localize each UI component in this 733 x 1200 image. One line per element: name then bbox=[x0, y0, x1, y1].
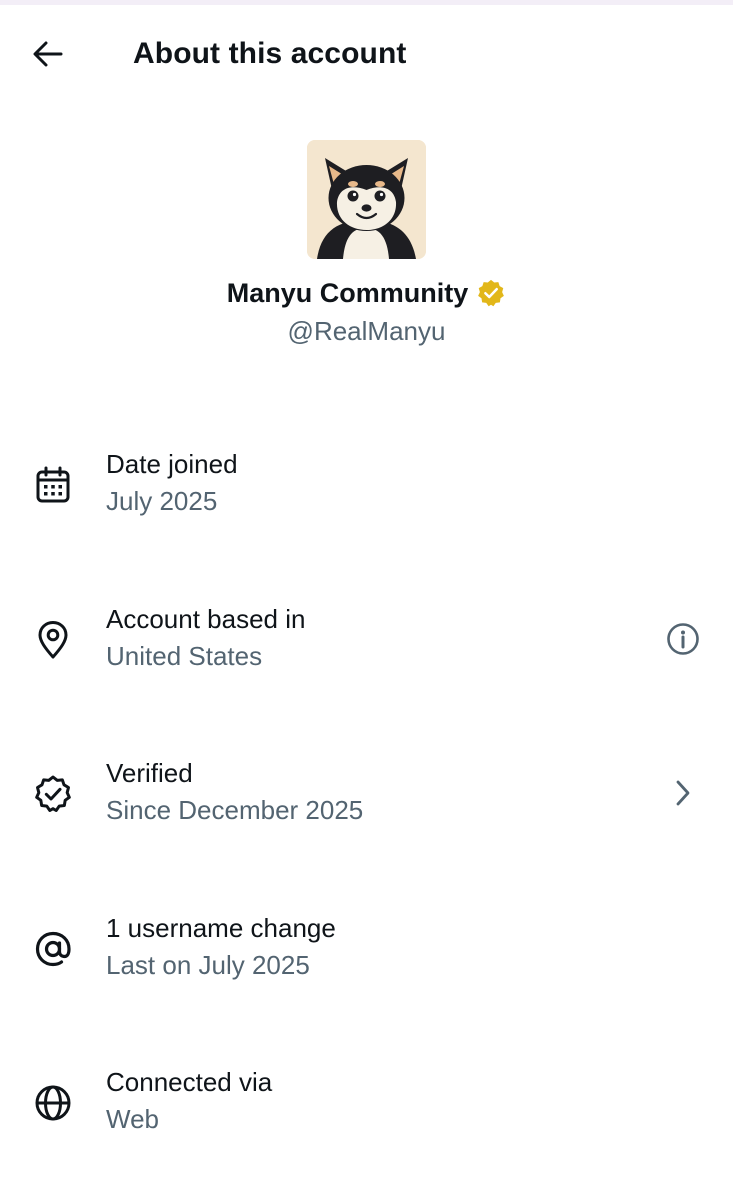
location-pin-icon bbox=[32, 619, 74, 661]
back-button[interactable] bbox=[26, 34, 70, 74]
avatar[interactable] bbox=[307, 140, 426, 259]
row-value: Last on July 2025 bbox=[106, 950, 310, 980]
display-name: Manyu Community bbox=[226, 278, 469, 308]
at-sign-icon bbox=[32, 928, 74, 970]
connected-via-row: Connected via Web bbox=[0, 1048, 733, 1158]
account-handle: @RealManyu bbox=[287, 316, 446, 346]
verified-row[interactable]: Verified Since December 2025 bbox=[0, 739, 733, 849]
shiba-inu-avatar-icon bbox=[307, 140, 426, 259]
info-icon bbox=[667, 623, 699, 655]
verified-badge-icon bbox=[476, 278, 506, 308]
row-label: Date joined bbox=[106, 449, 238, 479]
row-value: United States bbox=[106, 641, 263, 671]
about-account-page: About this account Manyu Community @Real… bbox=[0, 0, 733, 1200]
username-change-row: 1 username change Last on July 2025 bbox=[0, 894, 733, 1004]
top-divider bbox=[0, 0, 733, 5]
page-title: About this account bbox=[133, 37, 407, 70]
row-value: July 2025 bbox=[106, 486, 218, 516]
name-row: Manyu Community bbox=[0, 276, 733, 310]
row-value: Web bbox=[106, 1104, 159, 1134]
globe-icon bbox=[32, 1082, 74, 1124]
date-joined-row: Date joined July 2025 bbox=[0, 430, 733, 540]
row-value: Since December 2025 bbox=[106, 795, 364, 825]
row-label: Verified bbox=[106, 758, 193, 788]
header: About this account bbox=[0, 20, 733, 88]
arrow-left-icon bbox=[33, 41, 63, 67]
row-label: Connected via bbox=[106, 1067, 273, 1097]
info-button[interactable] bbox=[663, 619, 703, 659]
row-label: 1 username change bbox=[106, 913, 336, 943]
account-based-in-row: Account based in United States bbox=[0, 585, 733, 695]
verified-details-button[interactable] bbox=[663, 773, 703, 813]
verified-badge-outline-icon bbox=[32, 773, 74, 815]
chevron-right-icon bbox=[676, 780, 690, 806]
calendar-icon bbox=[32, 464, 74, 506]
row-label: Account based in bbox=[106, 604, 306, 634]
